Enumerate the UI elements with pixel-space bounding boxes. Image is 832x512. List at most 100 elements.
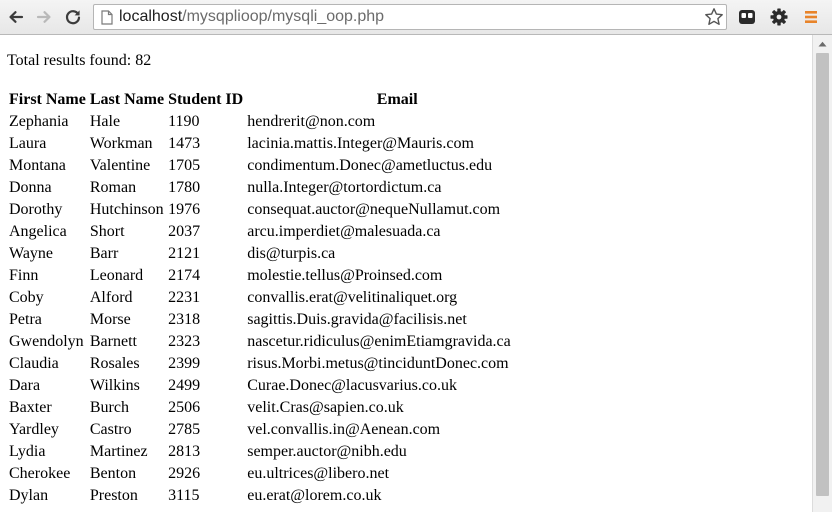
cell-email: semper.auctor@nibh.edu [247, 443, 407, 460]
table-row: Laura Workman 1473 lacinia.mattis.Integer@M… [8, 134, 548, 154]
table-row: Finn Leonard 2174 molestie.tellus@Proinsed.… [8, 266, 548, 286]
table-row: Petra Morse 2318 sagittis.Duis.gravida@faci… [8, 310, 548, 330]
cell-first-name: Dorothy [9, 201, 63, 218]
cell-last-name: Castro [89, 421, 132, 438]
table-row: Coby Alford 2231 convallis.erat@velitinaliq… [8, 288, 548, 308]
cell-email: Curae.Donec@lacusvarius.co.uk [247, 377, 457, 394]
cell-student-id: 1976 [168, 201, 201, 218]
table-row: Dylan Preston 3115 eu.erat@lorem.co.uk [8, 486, 548, 506]
cell-last-name: Burch [89, 399, 129, 416]
cell-student-id: 2926 [168, 465, 201, 482]
vertical-scrollbar[interactable] [812, 35, 832, 512]
settings-button[interactable] [768, 6, 790, 28]
cell-last-name: Preston [89, 487, 138, 504]
cell-first-name: Yardley [9, 421, 59, 438]
hamburger-menu-icon [805, 11, 817, 23]
cell-email: vel.convallis.in@Aenean.com [247, 421, 441, 438]
cell-first-name: Dylan [9, 487, 49, 504]
table-row: Yardley Castro 2785 vel.convallis.in@Aenean… [8, 420, 548, 440]
cell-student-id: 1190 [168, 113, 200, 130]
cell-email: hendrerit@non.com [247, 113, 376, 130]
cell-email: sagittis.Duis.gravida@facilisis.net [247, 311, 467, 328]
table-row: Dorothy Hutchinson 1976 consequat.auctor@ne… [8, 200, 548, 220]
cell-first-name: Lydia [9, 443, 46, 460]
cell-last-name: Roman [89, 179, 137, 196]
cell-student-id: 2121 [168, 245, 201, 262]
page-icon [100, 9, 114, 25]
header-email: Email [376, 91, 418, 108]
cell-email: nulla.Integer@tortordictum.ca [247, 179, 442, 196]
cell-email: molestie.tellus@Proinsed.com [247, 267, 443, 284]
cell-first-name: Coby [9, 289, 44, 306]
cell-last-name: Barr [89, 245, 119, 262]
header-student-id: Student ID [168, 91, 244, 108]
menu-button[interactable] [800, 6, 822, 28]
cell-last-name: Valentine [89, 157, 151, 174]
bookmark-star-button[interactable] [703, 6, 725, 28]
cell-first-name: Finn [9, 267, 39, 284]
cell-first-name: Baxter [9, 399, 52, 416]
scroll-up-arrow-icon [818, 41, 827, 46]
table-row: Donna Roman 1780 nulla.Integer@tortordictum… [8, 178, 548, 198]
cell-student-id: 2318 [168, 311, 201, 328]
cell-student-id: 2506 [168, 399, 201, 416]
cell-first-name: Wayne [9, 245, 54, 262]
reload-button[interactable] [61, 4, 85, 30]
cell-email: lacinia.mattis.Integer@Mauris.com [247, 135, 474, 152]
cell-first-name: Zephania [9, 113, 69, 130]
star-icon [705, 8, 723, 25]
cell-first-name: Cherokee [9, 465, 71, 482]
table-row: Zephania Hale 1190 hendrerit@non.com [8, 112, 548, 132]
reload-icon [65, 10, 81, 25]
cell-last-name: Benton [89, 465, 137, 482]
cell-last-name: Rosales [89, 355, 140, 372]
url-host: localhost [119, 8, 183, 25]
cell-student-id: 1780 [168, 179, 201, 196]
cell-student-id: 2231 [168, 289, 201, 306]
cell-last-name: Hutchinson [89, 201, 164, 218]
table-row: Wayne Barr 2121 dis@turpis.ca [8, 244, 548, 264]
scrollbar-thumb[interactable] [816, 53, 829, 496]
cell-email: arcu.imperdiet@malesuada.ca [247, 223, 441, 240]
url-text: localhost/mysqplioop/mysqli_oop.php [119, 8, 384, 26]
scroll-up-button[interactable] [813, 35, 832, 52]
url-path: /mysqplioop/mysqli_oop.php [182, 8, 385, 25]
cell-email: dis@turpis.ca [247, 245, 336, 262]
header-last-name: Last Name [89, 91, 165, 108]
cell-email: risus.Morbi.metus@tinciduntDonec.com [247, 355, 509, 372]
cell-last-name: Workman [89, 135, 153, 152]
cell-last-name: Alford [89, 289, 133, 306]
forward-button[interactable] [32, 4, 56, 30]
table-row: Cherokee Benton 2926 eu.ultrices@libero.net [8, 464, 548, 484]
total-results-text: Total results found: 82 [7, 52, 152, 69]
cell-last-name: Morse [89, 311, 131, 328]
extension-button[interactable] [736, 6, 758, 28]
cell-student-id: 2785 [168, 421, 201, 438]
cell-first-name: Petra [9, 311, 42, 328]
cell-email: velit.Cras@sapien.co.uk [247, 399, 404, 416]
table-header-row: First Name Last Name Student ID Email [8, 90, 548, 110]
cell-student-id: 2323 [168, 333, 201, 350]
cell-last-name: Wilkins [89, 377, 140, 394]
cell-last-name: Hale [89, 113, 121, 130]
cell-student-id: 2813 [168, 443, 201, 460]
table-row: Dara Wilkins 2499 Curae.Donec@lacusvarius.c… [8, 376, 548, 396]
cell-student-id: 2037 [168, 223, 201, 240]
cell-student-id: 2399 [168, 355, 201, 372]
cell-first-name: Claudia [9, 355, 59, 372]
back-button[interactable] [4, 4, 28, 30]
extension-icon [739, 10, 755, 24]
address-bar[interactable]: localhost/mysqplioop/mysqli_oop.php [93, 4, 727, 30]
browser-toolbar: localhost/mysqplioop/mysqli_oop.php [0, 0, 832, 35]
cell-first-name: Dara [9, 377, 41, 394]
cell-last-name: Short [89, 223, 125, 240]
table-row: Angelica Short 2037 arcu.imperdiet@malesuad… [8, 222, 548, 242]
cell-first-name: Donna [9, 179, 52, 196]
cell-student-id: 2174 [168, 267, 201, 284]
cell-last-name: Barnett [89, 333, 137, 350]
table-row: Claudia Rosales 2399 risus.Morbi.metus@tinc… [8, 354, 548, 374]
arrow-left-icon [9, 11, 24, 23]
cell-student-id: 1473 [168, 135, 201, 152]
cell-email: condimentum.Donec@ametluctus.edu [247, 157, 493, 174]
cell-first-name: Laura [9, 135, 47, 152]
